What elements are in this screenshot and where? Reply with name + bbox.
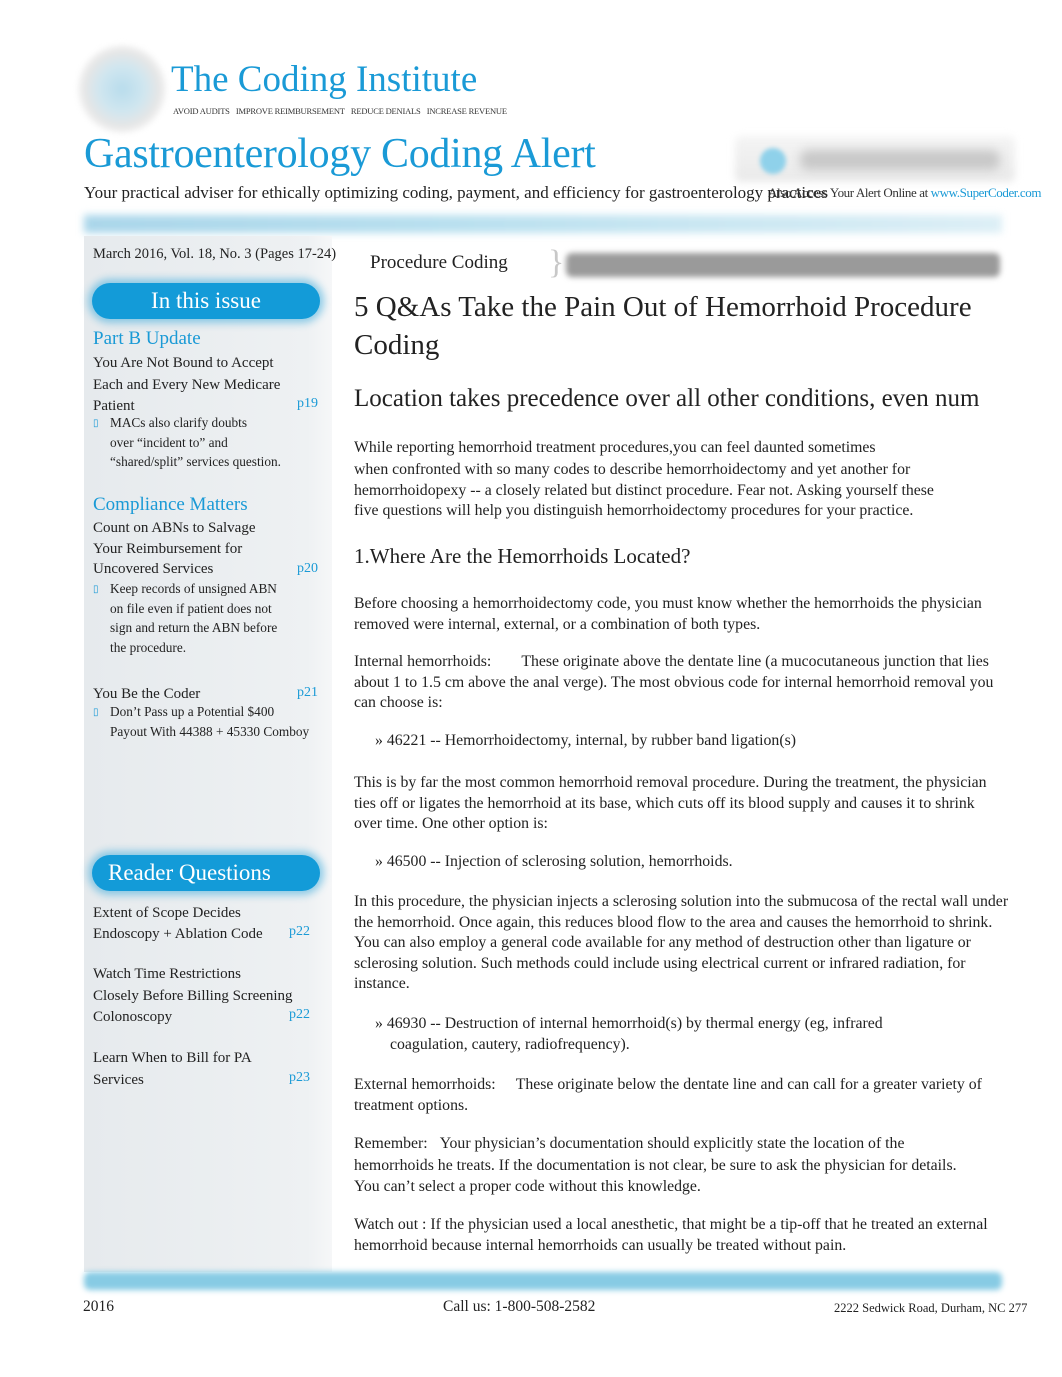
footer-phone: Call us: 1-800-508-2582 — [443, 1298, 596, 1315]
toc-page-number[interactable]: p22 — [289, 924, 310, 940]
article-title: 5 Q&As Take the Pain Out of Hemorrhoid P… — [354, 291, 972, 361]
question-heading: 1.Where Are the Hemorrhoids Located? — [354, 544, 691, 568]
toc-page-number[interactable]: p21 — [297, 685, 318, 701]
bullet-icon: ▯ — [93, 418, 99, 429]
toc-bullet: MACs also clarify doubts over “incident … — [110, 413, 281, 472]
remember-text: Your physician’s documentation should ex… — [354, 1135, 957, 1195]
toc-bullet-line: Don’t Pass up a Potential $400 — [110, 704, 275, 719]
remember-paragraph: Remember: Your physician’s documentation … — [354, 1133, 984, 1198]
reader-question-line: Closely Before Billing Screening — [93, 987, 293, 1004]
toc-bullet: Don’t Pass up a Potential $400 Payout Wi… — [110, 702, 309, 741]
section-label: Procedure Coding — [370, 252, 508, 273]
header-divider — [84, 215, 1002, 233]
bullet-icon: ▯ — [93, 707, 99, 718]
intro-line: five questions will help you distinguish… — [354, 501, 914, 519]
toc-page-number[interactable]: p23 — [289, 1070, 310, 1086]
toc-article-line: You Are Not Bound to Accept — [93, 355, 274, 371]
tagline: IMPROVE REIMBURSEMENT — [235, 106, 345, 116]
coding-institute-logo — [78, 45, 166, 133]
paragraph: This is by far the most common hemorrhoi… — [354, 774, 987, 832]
external-label: External hemorrhoids: — [354, 1076, 496, 1093]
toc-bullet-line: sign and return the ABN before — [110, 620, 278, 635]
tagline: REDUCE DENIALS — [350, 106, 421, 116]
reader-question-link[interactable]: Learn When to Bill for PA Services — [93, 1047, 293, 1091]
footer-address: 2222 Sedwick Road, Durham, NC 277 — [834, 1301, 1028, 1315]
intro-paragraph: While reporting hemorrhoid treatment pro… — [354, 437, 1014, 521]
in-this-issue-header: In this issue — [92, 283, 320, 319]
internal-label: Internal hemorrhoids: — [354, 653, 492, 670]
toc-bullet-line: MACs also clarify doubts — [110, 415, 248, 430]
reader-question-line: Endoscopy + Ablation Code — [93, 925, 263, 942]
reader-question-line: Services — [93, 1072, 144, 1088]
intro-line: While reporting hemorrhoid treatment pro… — [354, 439, 876, 456]
toc-article-line: Count on ABNs to Salvage — [93, 520, 256, 536]
toc-bullet-line: Payout With 44388 + 45330 Comboy — [110, 723, 310, 739]
paragraph: In this procedure, the physician injects… — [354, 893, 1009, 992]
tagline: INCREASE REVENUE — [426, 106, 507, 116]
reader-question-link[interactable]: Extent of Scope Decides Endoscopy + Abla… — [93, 903, 293, 944]
toc-article-link[interactable]: Count on ABNs to Salvage Your Reimbursem… — [93, 518, 323, 580]
toc-article-line: Uncovered Services — [93, 561, 214, 577]
toc-bullet-line: over “incident to” and — [110, 434, 228, 450]
brace-divider: } — [548, 244, 565, 281]
code-item: » 46500 -- Injection of sclerosing solut… — [375, 853, 733, 870]
toc-section-title: Part B Update — [93, 328, 201, 349]
toc-page-number[interactable]: p19 — [297, 396, 318, 412]
paragraph: Before choosing a hemorrhoidectomy code,… — [354, 595, 982, 633]
reader-question-line: Learn When to Bill for PA — [93, 1050, 252, 1066]
toc-bullet-line: “shared/split” services question. — [110, 454, 281, 469]
online-access-note: Also Access Your Alert Online at www.Sup… — [768, 185, 1041, 201]
code-line: » 46930 -- Destruction of internal hemor… — [375, 1015, 883, 1032]
supercoder-wordmark — [800, 150, 1000, 170]
code-line: coagulation, cautery, radiofrequency). — [390, 1035, 630, 1053]
toc-article-line: Each and Every New Medicare — [93, 376, 281, 393]
brand-title: The Coding Institute — [171, 59, 478, 100]
intro-line: hemorrhoidopexy -- a closely related but… — [354, 482, 934, 499]
toc-bullet-line: Keep records of unsigned ABN — [110, 581, 277, 596]
external-paragraph: External hemorrhoids: These originate bel… — [354, 1075, 994, 1116]
watch-out-paragraph: Watch out : If the physician used a loca… — [354, 1215, 1014, 1256]
reader-question-link[interactable]: Watch Time Restrictions Closely Before B… — [93, 964, 313, 1029]
toc-page-number[interactable]: p20 — [297, 561, 318, 577]
publication-subtitle: Your practical adviser for ethically opt… — [84, 183, 828, 202]
internal-paragraph: Internal hemorrhoids: These originate abo… — [354, 652, 1004, 714]
reader-questions-header: Reader Questions — [92, 855, 320, 891]
toc-bullet: Keep records of unsigned ABN on file eve… — [110, 579, 277, 657]
access-text: Also Access Your Alert Online at — [768, 185, 928, 200]
footer-divider — [84, 1272, 1002, 1290]
reader-question-line: Watch Time Restrictions — [93, 966, 241, 982]
tagline: AVOID AUDITS — [173, 106, 230, 116]
toc-article-line: Your Reimbursement for — [93, 540, 243, 557]
toc-bullet-line: on file even if patient does not — [110, 600, 272, 616]
bullet-icon: ▯ — [93, 584, 99, 595]
code-item: » 46930 -- Destruction of internal hemor… — [375, 1014, 1005, 1055]
toc-section-title: Compliance Matters — [93, 494, 248, 515]
supercoder-link[interactable]: www.SuperCoder.com — [931, 185, 1042, 200]
intro-line: when confronted with so many codes to de… — [354, 460, 911, 478]
toc-article-link[interactable]: You Are Not Bound to Accept Each and Eve… — [93, 353, 323, 417]
watch-out-text: If the physician used a local anesthetic… — [354, 1216, 988, 1254]
toc-page-number[interactable]: p22 — [289, 1007, 310, 1023]
code-item: » 46221 -- Hemorrhoidectomy, internal, b… — [375, 732, 796, 749]
watch-out-label: Watch out : — [354, 1216, 427, 1233]
reader-question-line: Colonoscopy — [93, 1009, 173, 1025]
section-bar — [566, 253, 1000, 277]
issue-date: March 2016, Vol. 18, No. 3 (Pages 17-24) — [93, 246, 337, 262]
remember-label: Remember: — [354, 1135, 428, 1152]
supercoder-logo-icon — [760, 148, 786, 174]
reader-question-line: Extent of Scope Decides — [93, 905, 241, 921]
article-deck: Location takes precedence over all other… — [354, 385, 980, 412]
toc-bullet-line: the procedure. — [110, 639, 187, 655]
tagline-row: AVOID AUDITS IMPROVE REIMBURSEMENT REDUC… — [173, 106, 511, 116]
publication-title: Gastroenterology Coding Alert — [84, 131, 596, 177]
footer-year: 2016 — [83, 1298, 114, 1315]
